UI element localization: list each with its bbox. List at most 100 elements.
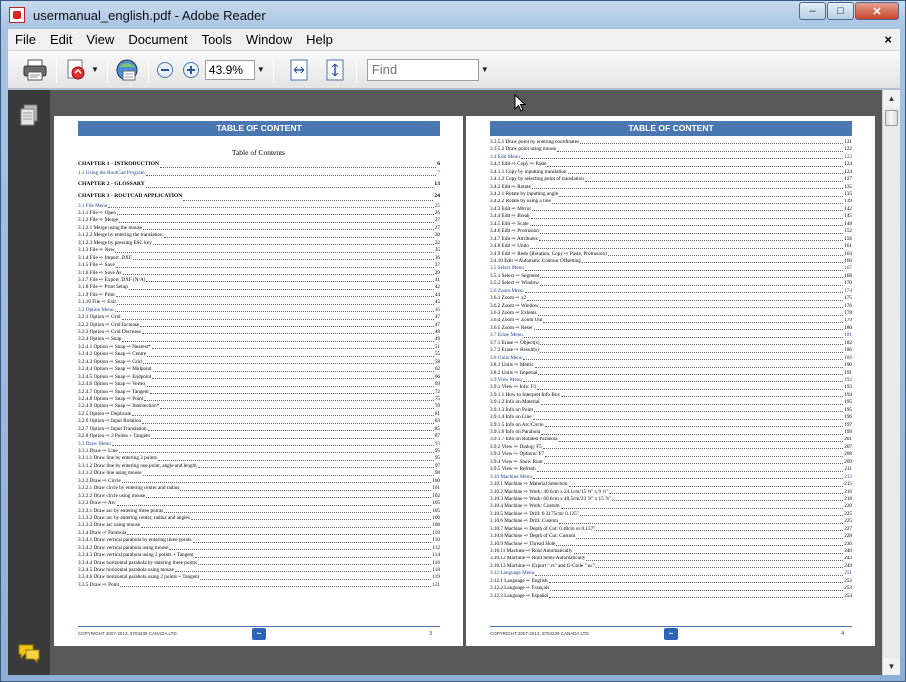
toc-entry[interactable]: 3.10.13 Machine ⇨ Export ".rs" and G-Cod… [490, 563, 852, 570]
toc-entry[interactable]: 3.4.3 Edit ⇨ Mirror 142 [490, 206, 852, 213]
toc-entry[interactable]: 3.2 Option Menu 46 [78, 307, 440, 314]
toc-entry[interactable]: 3.4.1.1 Copy by inputting translation 124 [490, 169, 852, 176]
toc-entry[interactable]: 3.3.3.2 Draw arc by entering center, rad… [78, 515, 440, 522]
toc-entry[interactable]: 3.3.1 Draw ⇨ Line 95 [78, 448, 440, 455]
toc-entry[interactable]: 3.6.2 Zoom ⇨ Window 176 [490, 303, 852, 310]
document-view[interactable]: TABLE OF CONTENT Table of Contents CHAPT… [50, 90, 882, 675]
fit-page-button[interactable] [286, 57, 312, 83]
toc-entry[interactable]: 3.5.1 Select ⇨ Segment 168 [490, 273, 852, 280]
toc-entry[interactable]: 3.3.4.5 Draw horizontal parabola using m… [78, 567, 440, 574]
toc-entry[interactable]: 3.2.4.4 Option ⇨ Snap ⇨ Midpoint 62 [78, 366, 440, 373]
toc-entry[interactable]: 1.1 Using the RoutCad Program 7 [78, 170, 440, 177]
scroll-up-icon[interactable]: ▲ [883, 90, 900, 107]
toc-entry[interactable]: 3.9 View Menu 192 [490, 377, 852, 384]
toc-entry[interactable]: 3.8.2 Units ⇨ Imperial 191 [490, 370, 852, 377]
toc-entry[interactable]: 3.3.4.6 Draw horizontal parabola using 2… [78, 574, 440, 581]
toc-entry[interactable]: 3.5.2 Select ⇨ Window 170 [490, 280, 852, 287]
collaborate-button[interactable] [114, 57, 140, 83]
toc-entry[interactable]: 3.12.3 Language ⇨ Español 254 [490, 593, 852, 600]
toc-entry[interactable]: 3.9.1.5 Info on Arc/Circle 197 [490, 422, 852, 429]
toc-entry[interactable]: 3.3.2.2 Draw circle using mouse 102 [78, 493, 440, 500]
toc-entry[interactable]: 3.4.10 Edit ⇨Automatic Contour Offsettin… [490, 258, 852, 265]
toc-entry[interactable]: 3.10.11 Machine ⇨ Rout Automatically 240 [490, 548, 852, 555]
toc-entry[interactable]: 3.3.4.2 Draw vertical parabola using mou… [78, 545, 440, 552]
print-button[interactable] [22, 57, 48, 83]
toc-entry[interactable]: 3.3 Draw Menu 93 [78, 441, 440, 448]
toc-entry[interactable]: 3.12.1 Language ⇨ English 252 [490, 578, 852, 585]
toc-entry[interactable]: 3.2.4.3 Option ⇨ Snap ⇨ Grid 58 [78, 359, 440, 366]
toc-entry[interactable]: 3.10.4 Machine ⇨ Work: Custom 220 [490, 503, 852, 510]
menu-help[interactable]: Help [299, 32, 340, 47]
toc-entry[interactable]: 3.4 Edit Menu 123 [490, 154, 852, 161]
toc-entry[interactable]: 3.1.4 File ⇨ Import .DXF 36 [78, 255, 440, 262]
menu-edit[interactable]: Edit [43, 32, 79, 47]
toc-entry[interactable]: 3.10.6 Machine ⇨ Drill: Custom 225 [490, 518, 852, 525]
toc-entry[interactable]: 3.3.5 Draw ⇨ Point 121 [78, 582, 440, 589]
toc-entry[interactable]: 3.2.3 Option ⇨ Grid Decrease 48 [78, 329, 440, 336]
toc-entry[interactable]: 3.1.5 File ⇨ Save 37 [78, 262, 440, 269]
toc-entry[interactable]: 3.3.5.2 Draw point using mouse 122 [490, 146, 852, 153]
toc-entry[interactable]: 3.4.2.1 Rotate by inputting angle 135 [490, 191, 852, 198]
comments-panel-button[interactable] [17, 643, 41, 668]
toc-entry[interactable]: 3.2.4.9 Option ⇨ Snap ⇨ Intersection* 78 [78, 403, 440, 410]
toc-entry[interactable]: 3.9.1.4 Info on Line 196 [490, 414, 852, 421]
toc-entry[interactable]: 3.2.4.6 Option ⇨ Snap ⇨ Vertex 69 [78, 381, 440, 388]
toc-entry[interactable]: 3.3.3.3 Draw arc using mouse 108 [78, 522, 440, 529]
toc-entry[interactable]: 3.9.1.6 Info on Parabola 199 [490, 429, 852, 436]
toc-entry[interactable]: 3.2.6 Option ⇨ Input Rotation 83 [78, 418, 440, 425]
toc-entry[interactable]: 3.1.8 File ⇨ Print Setup 42 [78, 284, 440, 291]
toc-entry[interactable]: 3.2.2 Option ⇨ Grid Increase 47 [78, 322, 440, 329]
toc-entry[interactable]: 3.3.4.4 Draw horizontal parabola by ente… [78, 560, 440, 567]
toc-entry[interactable]: 3.9.5 View ⇨ Refresh 211 [490, 466, 852, 473]
toc-entry[interactable]: 3.9.3 View ⇨ Options: F7 208 [490, 451, 852, 458]
toc-entry[interactable]: 3.6.1 Zoom ⇨ x2 175 [490, 295, 852, 302]
toc-entry[interactable]: 3.9.1.3 Info on Point 195 [490, 407, 852, 414]
toc-entry[interactable]: 3.7.2 Erase ⇨ Result(s) 186 [490, 347, 852, 354]
toc-entry[interactable]: 3.8 Units Menu 189 [490, 355, 852, 362]
maximize-button[interactable]: □ [827, 2, 854, 20]
toc-entry[interactable]: 3.1.2.2 Merge by entering the translatio… [78, 232, 440, 239]
toc-entry[interactable]: CHAPTER 3 - ROUTCAD APPLICATION 24 [78, 190, 440, 202]
toc-entry[interactable]: 3.2.7 Option ⇨ Input Translation 85 [78, 426, 440, 433]
menu-tools[interactable]: Tools [195, 32, 239, 47]
toc-entry[interactable]: 3.6.5 Zoom ⇨ Reset 180 [490, 325, 852, 332]
toc-entry[interactable]: 3.3.4.3 Draw vertical parabola using 2 p… [78, 552, 440, 559]
toc-entry[interactable]: 3.6 Zoom Menu 174 [490, 288, 852, 295]
menu-document[interactable]: Document [121, 32, 194, 47]
toc-entry[interactable]: 3.1.2 File ⇨ Merge 27 [78, 217, 440, 224]
toc-entry[interactable]: CHAPTER 1 - INTRODUCTION 6 [78, 158, 440, 170]
toc-entry[interactable]: 3.9.1.7 Info on Rotated Parabola 201 [490, 437, 852, 444]
toc-entry[interactable]: 3.10.7 Machine ⇨ Depth of Cut: 0.40cm or… [490, 526, 852, 533]
toc-entry[interactable]: 3.4.6 Edit ⇨ Protrusion 152 [490, 228, 852, 235]
zoom-out-button[interactable] [155, 57, 175, 83]
toc-entry[interactable]: 3.3.5.1 Draw point by entering coordinat… [490, 139, 852, 146]
title-bar[interactable]: usermanual_english.pdf - Adobe Reader – … [1, 1, 905, 29]
menu-file[interactable]: File [8, 32, 43, 47]
toc-entry[interactable]: 3.10.5 Machine ⇨ Drill: 0.3175cm/ 0.125"… [490, 511, 852, 518]
toc-entry[interactable]: 3.10.9 Machine ⇨ Thread Hole 230 [490, 541, 852, 548]
fit-width-button[interactable] [322, 57, 348, 83]
toc-entry[interactable]: 3.2.4.1 Option ⇨ Snap ⇨ Nearest* 51 [78, 344, 440, 351]
toc-entry[interactable]: 3.3.4 Draw ⇨ Parabola 110 [78, 530, 440, 537]
menu-view[interactable]: View [79, 32, 121, 47]
toc-entry[interactable]: 3.1.1 File ⇨ Open 26 [78, 210, 440, 217]
find-dropdown-icon[interactable]: ▼ [481, 65, 489, 74]
toc-entry[interactable]: 3.9.1.1 How to Interpret Info Box 194 [490, 392, 852, 399]
toc-entry[interactable]: 3.1.2.1 Merge using the mouse 27 [78, 225, 440, 232]
toc-entry[interactable]: 3.1.10 File ⇨ Exit 45 [78, 299, 440, 306]
toc-entry[interactable]: 3.7 Erase Menu 181 [490, 332, 852, 339]
toc-entry[interactable]: 3.10.1 Machine ⇨ Material Selection 215 [490, 481, 852, 488]
toc-entry[interactable]: CHAPTER 2 - GLOSSARY 13 [78, 178, 440, 190]
toc-entry[interactable]: 3.4.1 Edit ⇨ Copy ⇨ Paste 124 [490, 161, 852, 168]
toc-entry[interactable]: 3.4.1.2 Copy by selecting point of trans… [490, 176, 852, 183]
toc-entry[interactable]: 3.1.3 File ⇨ New 35 [78, 247, 440, 254]
toc-entry[interactable]: 3.7.1 Erase ⇨ Object(s) 182 [490, 340, 852, 347]
toc-entry[interactable]: 3.3.1.1 Draw line by entering 2 points 95 [78, 455, 440, 462]
toc-entry[interactable]: 3.3.4.1 Draw vertical parabola by enteri… [78, 537, 440, 544]
toc-entry[interactable]: 3.2.4.7 Option ⇨ Snap ⇨ Tangent 72 [78, 389, 440, 396]
toc-entry[interactable]: 3.1.9 File ⇨ Print 44 [78, 292, 440, 299]
toc-entry[interactable]: 3.9.4 View ⇨ Show Rout 209 [490, 459, 852, 466]
toc-entry[interactable]: 3.9.2 View ⇨ Dialog: F5 207 [490, 444, 852, 451]
close-document-button[interactable]: × [884, 32, 892, 47]
toc-entry[interactable]: 3.2.5 Option ⇨ Duplicate 81 [78, 411, 440, 418]
